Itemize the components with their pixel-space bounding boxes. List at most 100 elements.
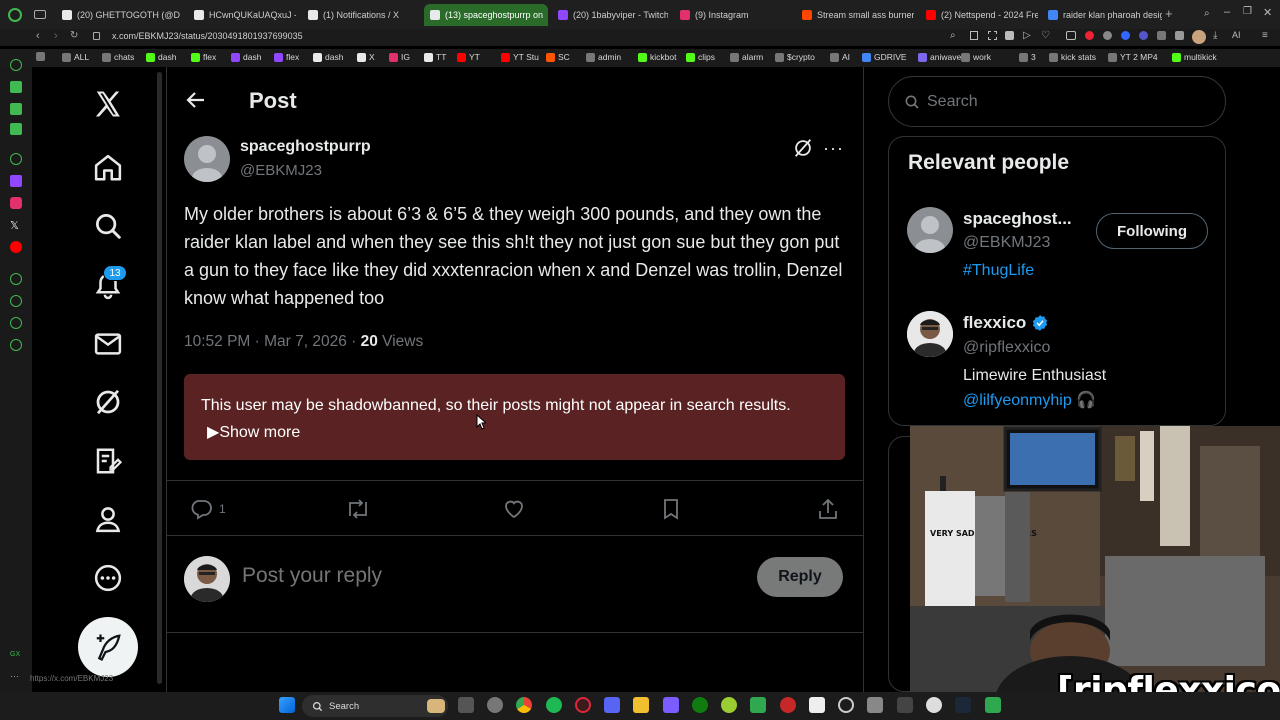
bookmark-item[interactable]: YT Stu (501, 52, 539, 62)
close-window-icon[interactable]: ✕ (1263, 6, 1272, 19)
person-handle[interactable]: @EBKMJ23 (963, 234, 1050, 252)
opera-gx-icon[interactable] (575, 697, 591, 713)
taskbar-search[interactable]: Search (302, 695, 448, 717)
extension-6-icon[interactable] (1139, 31, 1148, 40)
sidebar-gx-icon[interactable]: GX (10, 651, 20, 658)
bookmark-item[interactable]: chats (102, 52, 134, 62)
search-tabs-icon[interactable]: ⌕ (1204, 8, 1210, 19)
bookmark-item[interactable]: kickbot (638, 52, 676, 62)
author-display-name[interactable]: spaceghostpurrp (240, 138, 371, 156)
taskbar-app-round-icon[interactable] (926, 697, 942, 713)
sidebar-app-2-icon[interactable] (10, 103, 22, 115)
search-box[interactable]: Search (888, 76, 1226, 127)
tab-overview-icon[interactable] (34, 10, 46, 19)
grok-explain-icon[interactable] (792, 137, 814, 164)
browser-tab[interactable]: (9) Instagram (674, 4, 790, 26)
bookmark-item[interactable]: dash (231, 52, 261, 62)
bookmark-item[interactable]: kick stats (1049, 52, 1096, 62)
bookmark-item[interactable]: work (961, 52, 991, 62)
bookmark-action[interactable] (660, 497, 682, 521)
extension-4-icon[interactable] (1103, 31, 1112, 40)
taskbar-app-grid-icon[interactable] (897, 697, 913, 713)
bookmark-item[interactable]: ALL (62, 52, 89, 62)
grok-icon[interactable] (92, 386, 124, 418)
author-handle[interactable]: @EBKMJ23 (240, 162, 322, 179)
bookmark-item[interactable]: TT (424, 52, 446, 62)
sidebar-x-icon[interactable]: 𝕏 (10, 219, 19, 232)
bookmark-item[interactable]: SC (546, 52, 570, 62)
site-info-icon[interactable] (93, 32, 100, 40)
profile-icon[interactable] (92, 503, 124, 535)
person-handle[interactable]: @ripflexxico (963, 339, 1050, 357)
chatgpt-icon[interactable] (838, 697, 854, 713)
bookmark-item[interactable]: $crypto (775, 52, 815, 62)
show-more-link[interactable]: ▶Show more (207, 424, 300, 441)
messages-envelope-icon[interactable] (92, 328, 124, 360)
browser-tab[interactable]: HCwnQUKaUAQxuJ - (2 (188, 4, 296, 26)
bookmark-item[interactable]: X (357, 52, 375, 62)
extension-5-icon[interactable] (1121, 31, 1130, 40)
extension-3-icon[interactable] (1085, 31, 1094, 40)
bookmark-item[interactable] (36, 52, 48, 61)
bookmark-item[interactable]: alarm (730, 52, 763, 62)
taskbar-app-red-icon[interactable] (780, 697, 796, 713)
compose-post-button[interactable] (78, 617, 138, 677)
chrome-icon[interactable] (516, 697, 532, 713)
sidebar-openai-icon[interactable] (10, 153, 22, 165)
browser-tab[interactable]: Stream small ass burner (796, 4, 914, 26)
bookmark-item[interactable]: aniwave (918, 52, 961, 62)
sidebar-more-icon[interactable]: ··· (10, 671, 19, 681)
spotify-icon[interactable] (546, 697, 562, 713)
back-icon[interactable]: ‹ (36, 30, 40, 42)
steam-icon[interactable] (955, 697, 971, 713)
discord-icon[interactable] (604, 697, 620, 713)
bookmark-item[interactable]: flex (274, 52, 299, 62)
browser-tab[interactable]: (1) Notifications / X (302, 4, 420, 26)
sidebar-app-3-icon[interactable] (10, 123, 22, 135)
sidebar-clock-icon[interactable] (10, 295, 22, 307)
bookmark-item[interactable]: 3 (1019, 52, 1036, 62)
heart-icon[interactable]: ♡ (1041, 30, 1050, 41)
maximize-icon[interactable]: ❐ (1243, 6, 1252, 17)
reply-button[interactable]: Reply (757, 557, 843, 597)
sidebar-history-icon[interactable] (10, 273, 22, 285)
sidebar-instagram-icon[interactable] (10, 197, 22, 209)
reload-icon[interactable]: ↻ (70, 30, 78, 41)
like-action[interactable] (502, 497, 526, 521)
reply-action[interactable]: 1 (189, 497, 226, 521)
bookmark-item[interactable]: YT 2 MP4 (1108, 52, 1158, 62)
xbox-icon[interactable] (692, 697, 708, 713)
url-field[interactable]: x.com/EBKMJ23/status/2030491801937699035 (112, 31, 303, 41)
bookmark-item[interactable]: multikick (1172, 52, 1217, 62)
start-windows-icon[interactable] (279, 697, 295, 713)
my-avatar[interactable] (184, 556, 230, 602)
ai-icon[interactable]: AI (1232, 30, 1241, 40)
browser-tab[interactable]: (20) 1babyviper - Twitch (552, 4, 668, 26)
zoom-icon[interactable]: ⌕ (950, 30, 956, 41)
repost-action[interactable] (345, 497, 371, 521)
download-icon[interactable]: ⤓ (1213, 30, 1217, 41)
taskbar-app-settings-icon[interactable] (487, 697, 503, 713)
author-avatar[interactable] (184, 136, 230, 182)
bookmark-item[interactable]: dash (313, 52, 343, 62)
bookmark-item[interactable]: YT (457, 52, 480, 62)
profile-avatar[interactable] (1192, 30, 1206, 44)
back-arrow-icon[interactable] (184, 88, 208, 117)
person-avatar-flexxico[interactable] (907, 311, 953, 357)
bookmark-item[interactable]: GDRIVE (862, 52, 907, 62)
explore-search-icon[interactable] (92, 210, 124, 242)
file-explorer-icon[interactable] (633, 697, 649, 713)
extension-1-icon[interactable] (1005, 31, 1014, 40)
browser-tab[interactable]: (2) Nettspend - 2024 Fre (920, 4, 1038, 26)
screenshot-icon[interactable] (988, 31, 997, 40)
taskbar-app-white-icon[interactable] (809, 697, 825, 713)
extensions-icon[interactable] (1175, 31, 1184, 40)
reply-input[interactable] (242, 564, 513, 588)
lists-icon[interactable] (92, 445, 124, 477)
taskbar-app-purple-icon[interactable] (663, 697, 679, 713)
more-options-icon[interactable]: ··· (823, 138, 844, 159)
extension-2-icon[interactable] (1066, 31, 1076, 40)
sidebar-app-1-icon[interactable] (10, 81, 22, 93)
bookmark-item[interactable]: dash (146, 52, 176, 62)
more-circle-icon[interactable] (92, 562, 124, 594)
